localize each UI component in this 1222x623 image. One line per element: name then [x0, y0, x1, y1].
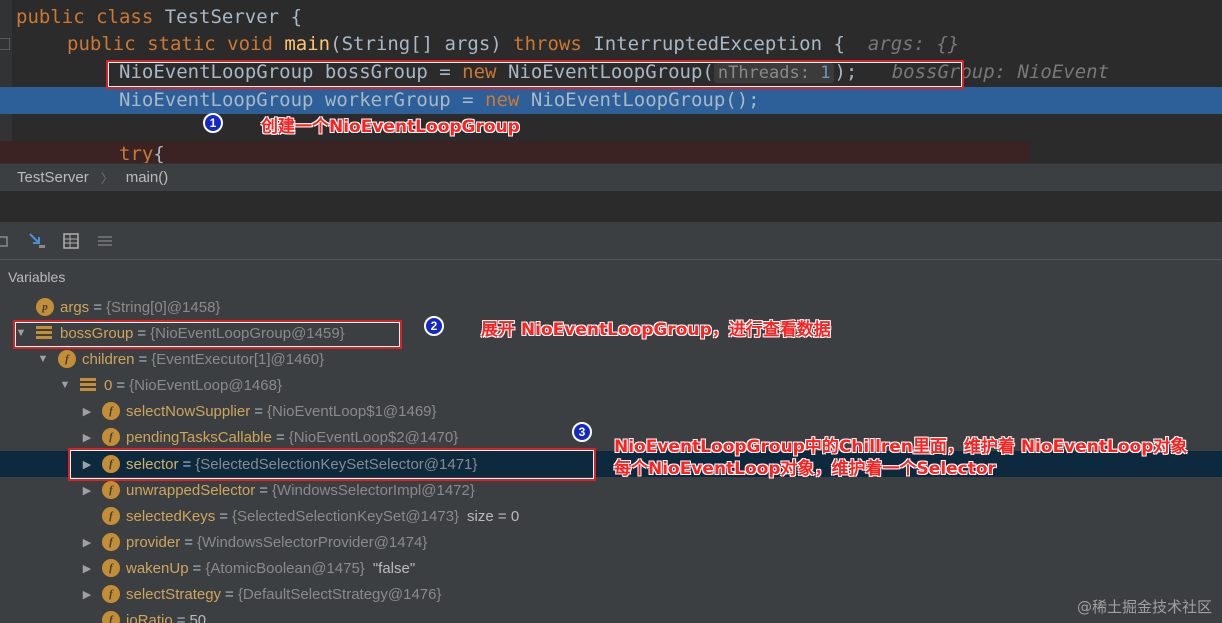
field-icon: f	[102, 559, 120, 577]
expand-right-icon[interactable]: ▶	[80, 484, 94, 497]
variable-row-selectnowsupplier[interactable]: ▶ f selectNowSupplier = {NioEventLoop$1@14…	[0, 398, 1222, 424]
step-number-3: 3	[572, 422, 592, 442]
breadcrumb-class[interactable]: TestServer	[17, 169, 89, 186]
variable-row-selectstrategy[interactable]: ▶ f selectStrategy = {DefaultSelectStrateg…	[0, 581, 1222, 607]
code-line-4-current[interactable]: NioEventLoopGroup workerGroup = new NioE…	[0, 87, 1222, 114]
variable-row-wakenup[interactable]: ▶ f wakenUp = {AtomicBoolean@1475} "false"	[0, 555, 1222, 581]
stop-icon[interactable]	[0, 230, 14, 252]
annotation-note-3b: 每个NioEventLoop对象，维护着一个Selector	[614, 459, 996, 479]
method-name: main	[284, 33, 331, 55]
highlight-box-bossgroup	[13, 320, 402, 349]
expand-down-icon[interactable]: ▼	[58, 379, 72, 391]
panel-gap	[0, 191, 1222, 221]
expand-right-icon[interactable]: ▶	[80, 536, 94, 549]
keyword: public class	[16, 6, 154, 28]
variable-row-0[interactable]: ▼ 0 = {NioEventLoop@1468}	[0, 372, 1222, 398]
breadcrumb-method[interactable]: main()	[126, 169, 169, 186]
expand-right-icon[interactable]: ▶	[80, 405, 94, 418]
parameter-icon: p	[36, 298, 54, 316]
expand-right-icon[interactable]: ▶	[80, 588, 94, 601]
params: (String[] args)	[330, 33, 502, 55]
brace: {	[153, 143, 165, 163]
variable-row-provider[interactable]: ▶ f provider = {WindowsSelectorProvider@14…	[0, 529, 1222, 555]
inline-debug-hint: args: {}	[867, 33, 960, 55]
field-icon: f	[58, 350, 76, 368]
chevron-right-icon: 〉	[100, 171, 114, 186]
expand-right-icon[interactable]: ▶	[80, 431, 94, 444]
variable-row-ioratio[interactable]: f ioRatio = 50	[0, 607, 1222, 623]
keyword: throws	[513, 33, 582, 55]
highlight-box-line3	[106, 60, 964, 89]
code-line-6[interactable]: try{	[0, 141, 1222, 163]
step-cursor-icon[interactable]	[26, 230, 48, 252]
expand-right-icon[interactable]: ▶	[80, 562, 94, 575]
brace: {	[290, 6, 303, 28]
debug-toolbar	[0, 221, 1222, 259]
breadcrumb: TestServer 〉 main()	[0, 163, 1222, 191]
class-name: TestServer	[164, 6, 280, 28]
annotation-note-1: 创建一个NioEventLoopGroup	[261, 117, 520, 137]
annotation-note-2: 展开 NioEventLoopGroup，进行查看数据	[481, 320, 831, 340]
expand-down-icon[interactable]: ▼	[36, 353, 50, 365]
keyword: public static void	[67, 33, 273, 55]
declaration: NioEventLoopGroup workerGroup =	[119, 89, 486, 111]
field-icon: f	[102, 585, 120, 603]
variables-header: Variables	[0, 259, 1222, 293]
watermark: @稀土掘金技术社区	[1076, 598, 1212, 616]
settings-list-icon[interactable]	[94, 230, 116, 252]
keyword: try	[119, 143, 154, 163]
step-number-1: 1	[203, 113, 223, 133]
variable-row-children[interactable]: ▼ f children = {EventExecutor[1]@1460}	[0, 346, 1222, 372]
highlight-box-selector	[68, 448, 596, 481]
step-number-2: 2	[424, 316, 444, 336]
exception-type: InterruptedException {	[593, 33, 845, 55]
field-icon: f	[102, 533, 120, 551]
table-icon[interactable]	[60, 230, 82, 252]
field-icon: f	[102, 481, 120, 499]
field-icon: f	[102, 428, 120, 446]
constructor-call: NioEventLoopGroup();	[530, 89, 760, 111]
code-line-2[interactable]: public static void main(String[] args) t…	[0, 31, 1222, 58]
code-line-1[interactable]: public class TestServer {	[0, 4, 1222, 31]
field-icon: f	[102, 611, 120, 623]
keyword: new	[485, 89, 520, 111]
field-icon: f	[102, 402, 120, 420]
variable-row-selectedkeys[interactable]: f selectedKeys = {SelectedSelectionKeySet@…	[0, 503, 1222, 529]
object-icon	[80, 378, 96, 392]
field-icon: f	[102, 507, 120, 525]
